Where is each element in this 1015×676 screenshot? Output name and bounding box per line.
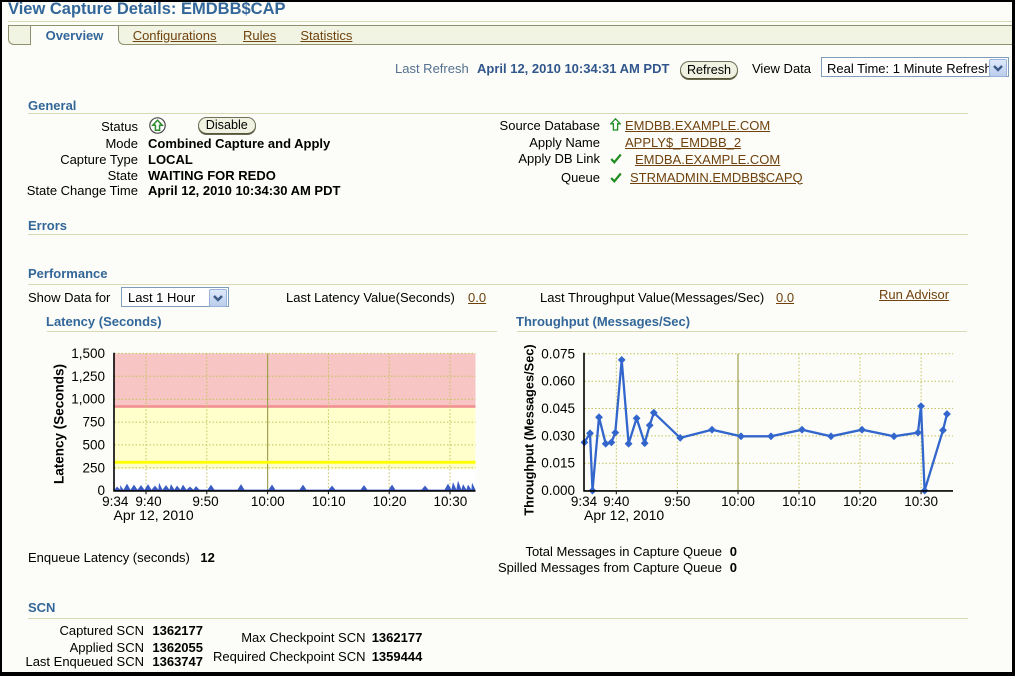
svg-text:Apr 12, 2010: Apr 12, 2010 — [584, 507, 664, 523]
svg-text:1,250: 1,250 — [71, 369, 105, 384]
svg-text:1,000: 1,000 — [71, 392, 105, 407]
svg-text:0.060: 0.060 — [541, 374, 575, 389]
svg-text:Apr 12, 2010: Apr 12, 2010 — [114, 507, 194, 523]
svg-text:10:20: 10:20 — [373, 494, 407, 509]
svg-text:250: 250 — [82, 460, 105, 475]
svg-text:10:00: 10:00 — [251, 494, 285, 509]
svg-text:10:30: 10:30 — [434, 494, 468, 509]
svg-text:9:50: 9:50 — [192, 494, 218, 509]
svg-text:500: 500 — [82, 437, 105, 452]
svg-text:0.045: 0.045 — [541, 401, 575, 416]
svg-text:1,500: 1,500 — [71, 346, 105, 361]
svg-text:750: 750 — [82, 415, 105, 430]
svg-text:10:30: 10:30 — [904, 494, 938, 509]
svg-text:0.015: 0.015 — [541, 456, 575, 471]
svg-text:10:10: 10:10 — [312, 494, 346, 509]
svg-text:0.030: 0.030 — [541, 428, 575, 443]
svg-text:10:10: 10:10 — [782, 494, 816, 509]
svg-text:Throughput (Messages/Sec): Throughput (Messages/Sec) — [522, 344, 537, 515]
svg-text:9:50: 9:50 — [664, 494, 690, 509]
svg-text:0.075: 0.075 — [541, 346, 575, 361]
svg-text:10:20: 10:20 — [843, 494, 877, 509]
svg-text:10:00: 10:00 — [721, 494, 755, 509]
svg-text:Latency (Seconds): Latency (Seconds) — [52, 364, 67, 484]
